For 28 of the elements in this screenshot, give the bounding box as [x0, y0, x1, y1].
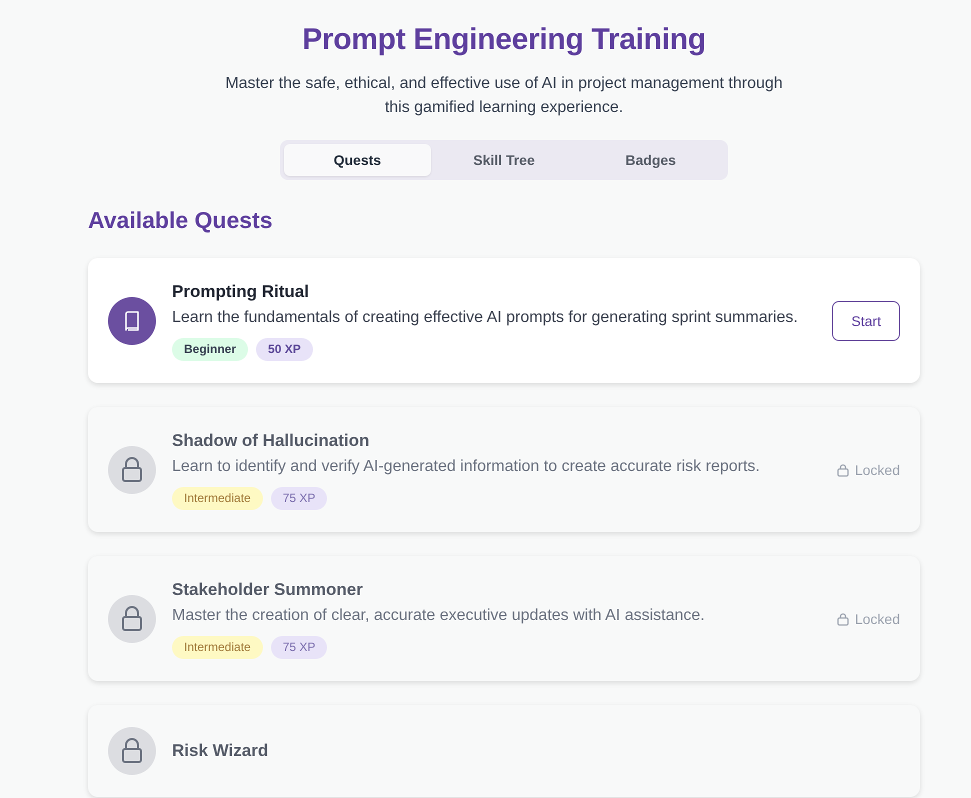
- quest-description: Learn to identify and verify AI-generated information to create accurate risk reports.: [172, 457, 761, 477]
- lock-icon: [836, 612, 850, 626]
- difficulty-tag: Intermediate: [172, 636, 263, 659]
- quest-title: Stakeholder Summoner: [172, 579, 364, 601]
- lock-icon: [108, 727, 156, 775]
- lock-icon: [108, 594, 156, 642]
- locked-label: Locked: [854, 462, 900, 478]
- xp-tag: 75 XP: [270, 487, 328, 510]
- page-title: Prompt Engineering Training: [302, 22, 706, 58]
- quest-title: Prompting Ritual: [172, 281, 310, 303]
- difficulty-tag: Intermediate: [172, 487, 263, 510]
- lock-icon: [836, 462, 850, 476]
- xp-tag: 75 XP: [270, 636, 328, 659]
- start-button[interactable]: Start: [832, 300, 900, 340]
- book-icon: [108, 296, 156, 344]
- tab[interactable]: Skill Tree: [430, 144, 578, 176]
- xp-tag: 50 XP: [256, 338, 313, 361]
- tab[interactable]: Quests: [284, 144, 431, 176]
- page-subtitle: Master the safe, ethical, and effective use of AI in project management through this gamified learning experience.: [224, 74, 784, 118]
- quest-description: Master the creation of clear, accurate executive updates with AI assistance.: [172, 606, 706, 626]
- difficulty-tag: Beginner: [172, 338, 248, 361]
- quest-title: Risk Wizard: [172, 740, 270, 762]
- section-title: Available Quests: [88, 206, 274, 234]
- tab[interactable]: Badges: [577, 144, 724, 176]
- quest-description: Learn the fundamentals of creating effective AI prompts for generating sprint summaries.: [172, 308, 799, 328]
- locked-label: Locked: [854, 610, 900, 626]
- quest-title: Shadow of Hallucination: [172, 430, 370, 452]
- lock-icon: [108, 446, 156, 494]
